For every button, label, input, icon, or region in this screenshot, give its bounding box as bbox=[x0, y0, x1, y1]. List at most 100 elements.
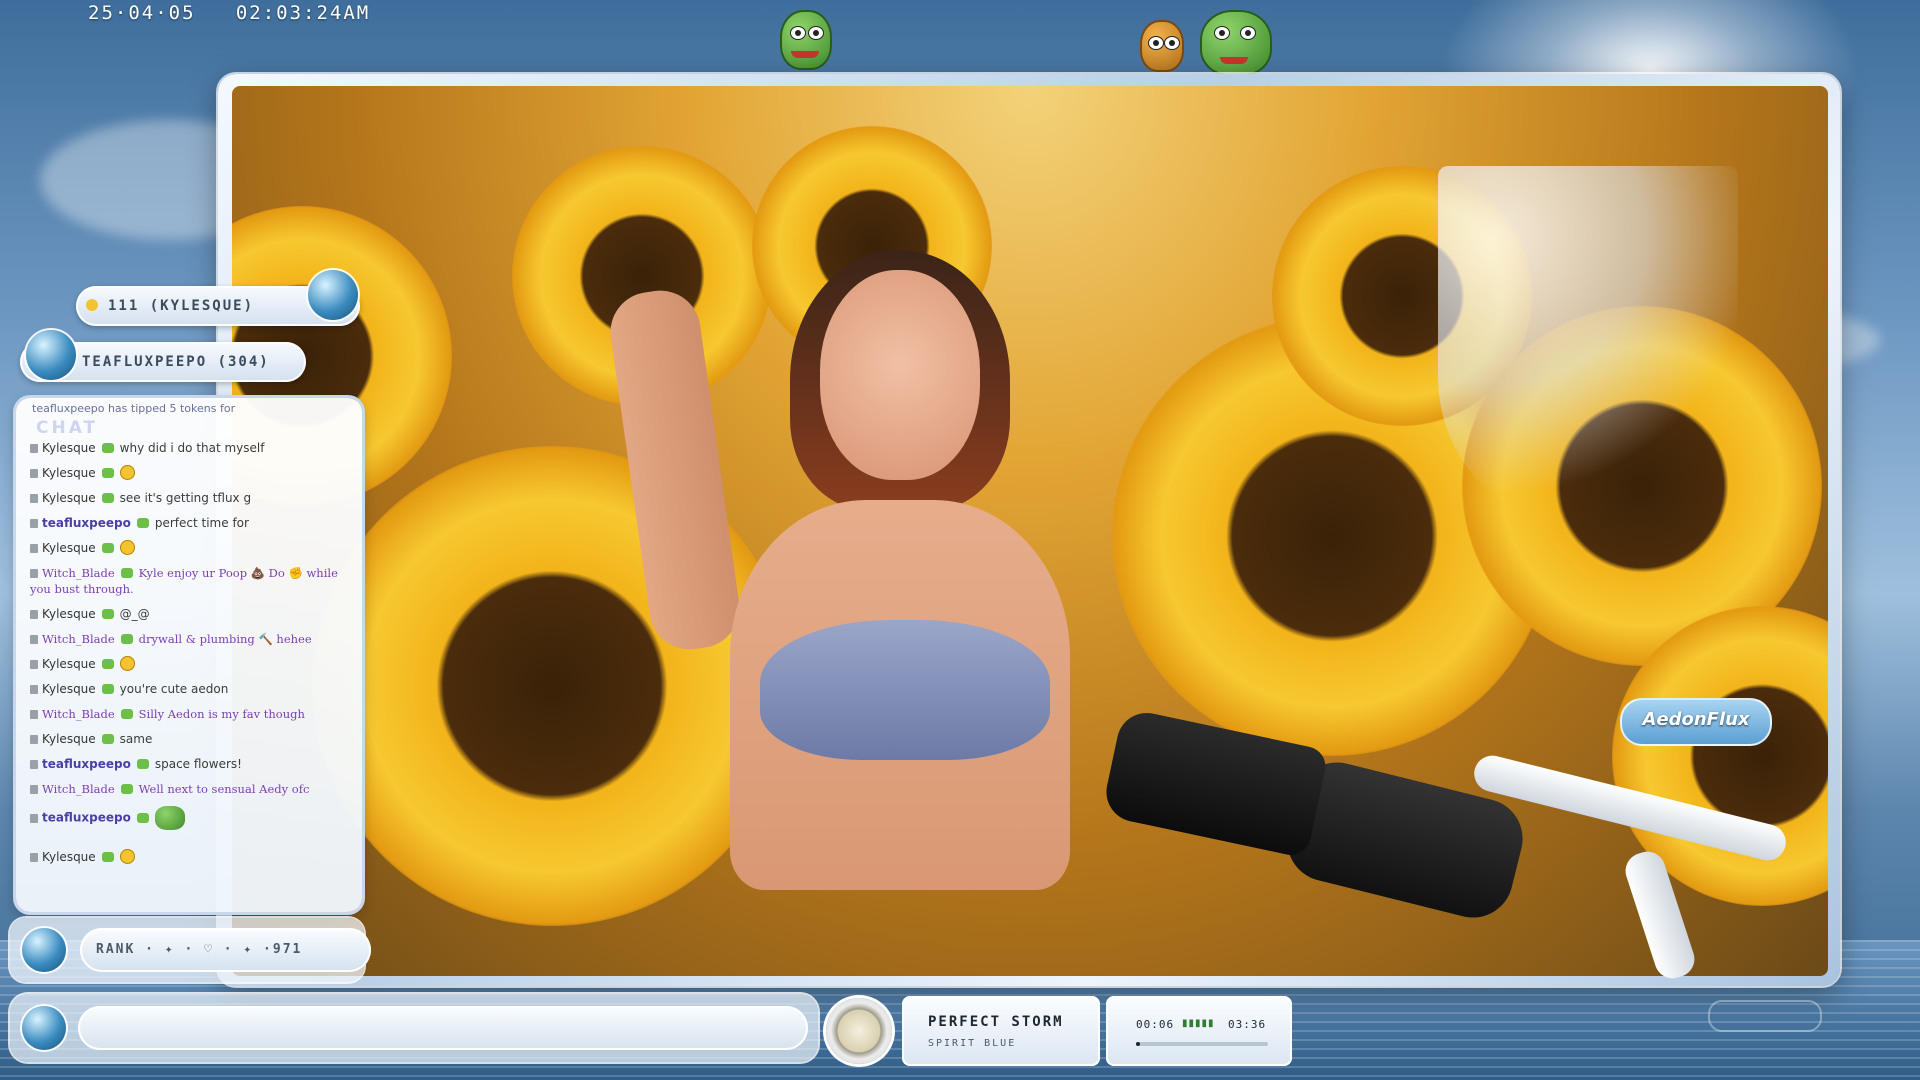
chat-badge-icon bbox=[101, 684, 114, 694]
album-disc-icon bbox=[826, 998, 892, 1064]
latest-tip-text: 111 (KYLESQUE) bbox=[108, 298, 255, 314]
bottom-bar bbox=[10, 994, 818, 1062]
elapsed-time: 00:06 bbox=[1136, 1018, 1175, 1031]
chat-username[interactable]: Kylesque bbox=[42, 657, 96, 671]
rank-text: RANK · ✦ · ♡ · ✦ ·971 bbox=[80, 928, 371, 972]
chat-username[interactable]: Kylesque bbox=[42, 732, 96, 746]
coin-icon bbox=[86, 299, 98, 311]
chat-badge-icon bbox=[120, 709, 133, 719]
chat-panel[interactable]: teafluxpeepo has tipped 5 tokens for CHA… bbox=[16, 398, 362, 912]
chat-badge-icon bbox=[120, 634, 133, 644]
chat-username[interactable]: teafluxpeepo bbox=[42, 757, 131, 771]
chat-message: teafluxpeepo space flowers! bbox=[30, 756, 354, 772]
brand-logo: AedonFlux bbox=[1620, 698, 1772, 746]
rank-bar: RANK · ✦ · ♡ · ✦ ·971 bbox=[10, 918, 371, 982]
chat-badge-icon bbox=[101, 493, 114, 503]
progress-fill bbox=[1136, 1042, 1140, 1046]
chat-text: why did i do that myself bbox=[119, 441, 265, 455]
user-badge-icon bbox=[30, 635, 38, 644]
chat-message: Kylesque bbox=[30, 849, 354, 865]
chat-badge-icon bbox=[101, 852, 114, 862]
gem-icon bbox=[22, 928, 66, 972]
smiley-emoji-icon bbox=[119, 849, 135, 864]
chat-message: teafluxpeepo bbox=[30, 806, 354, 840]
chat-title: CHAT bbox=[36, 418, 99, 438]
user-badge-icon bbox=[30, 469, 38, 478]
playback-progress: 00:06 ▮▮▮▮▮ 03:36 bbox=[1106, 996, 1292, 1066]
smiley-emoji-icon bbox=[119, 465, 135, 480]
gem-icon bbox=[22, 1006, 66, 1050]
chat-message: Kylesque bbox=[30, 540, 354, 556]
chat-username[interactable]: Witch_Blade bbox=[42, 566, 115, 580]
chat-message: Kylesque bbox=[30, 656, 354, 672]
user-badge-icon bbox=[30, 685, 38, 694]
chat-username[interactable]: Kylesque bbox=[42, 607, 96, 621]
chat-text: perfect time for bbox=[154, 516, 249, 530]
chat-badge-icon bbox=[101, 609, 114, 619]
date-time-clock: 25·04·05 02:03:24AM bbox=[88, 2, 371, 24]
watermark-logo bbox=[1708, 1000, 1822, 1032]
chat-badge-icon bbox=[101, 734, 114, 744]
user-badge-icon bbox=[30, 544, 38, 553]
chat-message: Kylesque you're cute aedon bbox=[30, 681, 354, 697]
chat-username[interactable]: Witch_Blade bbox=[42, 632, 115, 646]
user-badge-icon bbox=[30, 569, 38, 578]
chat-message: Kylesque why did i do that myself bbox=[30, 440, 354, 456]
song-title: PERFECT STORM bbox=[928, 1014, 1064, 1030]
chat-badge-icon bbox=[120, 784, 133, 794]
chat-message-list[interactable]: Kylesque why did i do that myself Kylesque… bbox=[30, 440, 354, 874]
chat-username[interactable]: Kylesque bbox=[42, 541, 96, 555]
chat-text: @_@ bbox=[119, 607, 150, 621]
chat-badge-icon bbox=[136, 759, 149, 769]
top-supporter-text: TEAFLUXPEEPO (304) bbox=[82, 354, 270, 370]
user-badge-icon bbox=[30, 735, 38, 744]
user-badge-icon bbox=[30, 710, 38, 719]
chat-username[interactable]: Kylesque bbox=[42, 850, 96, 864]
chat-badge-icon bbox=[101, 543, 114, 553]
user-badge-icon bbox=[30, 494, 38, 503]
frog-emote-icon bbox=[154, 806, 185, 830]
chat-text: Silly Aedon is my fav though bbox=[138, 707, 305, 721]
streamer bbox=[605, 230, 1110, 890]
chat-badge-icon bbox=[136, 812, 149, 823]
chat-username[interactable]: Kylesque bbox=[42, 682, 96, 696]
song-artist: SPIRIT BLUE bbox=[928, 1038, 1017, 1049]
chat-message: Witch_Blade Silly Aedon is my fav though bbox=[30, 706, 354, 722]
cat-emote-icon bbox=[1140, 20, 1184, 72]
user-badge-icon bbox=[30, 660, 38, 669]
chat-message: Kylesque bbox=[30, 465, 354, 481]
chat-username[interactable]: Kylesque bbox=[42, 466, 96, 480]
chat-username[interactable]: Witch_Blade bbox=[42, 782, 115, 796]
bottom-field[interactable] bbox=[78, 1006, 808, 1050]
chat-username[interactable]: teafluxpeepo bbox=[42, 811, 131, 825]
chat-text: drywall & plumbing 🔨 hehee bbox=[138, 632, 312, 646]
progress-track bbox=[1136, 1042, 1268, 1046]
chat-text: you're cute aedon bbox=[119, 682, 229, 696]
chat-text: see it's getting tflux g bbox=[119, 491, 252, 505]
user-badge-icon bbox=[30, 853, 38, 862]
chat-badge-icon bbox=[101, 659, 114, 669]
chat-username[interactable]: Witch_Blade bbox=[42, 707, 115, 721]
user-badge-icon bbox=[30, 760, 38, 769]
smiley-emoji-icon bbox=[119, 540, 135, 555]
chat-message: Witch_Blade Well next to sensual Aedy ofc bbox=[30, 781, 354, 797]
chat-badge-icon bbox=[101, 468, 114, 478]
level-meter: ▮▮▮▮▮ bbox=[1182, 1018, 1215, 1029]
chat-message: Kylesque @_@ bbox=[30, 606, 354, 622]
chat-message: Kylesque same bbox=[30, 731, 354, 747]
chat-text: space flowers! bbox=[154, 757, 242, 771]
now-playing-card: PERFECT STORM SPIRIT BLUE bbox=[902, 996, 1100, 1066]
chat-username[interactable]: Kylesque bbox=[42, 441, 96, 455]
chat-message: Kylesque see it's getting tflux g bbox=[30, 490, 354, 506]
user-badge-icon bbox=[30, 785, 38, 794]
frog-headphones-emote-icon bbox=[1200, 10, 1272, 76]
chat-message: Witch_Blade Kyle enjoy ur Poop 💩 Do ✊ whi… bbox=[30, 565, 354, 597]
chat-text: Well next to sensual Aedy ofc bbox=[138, 782, 310, 796]
user-badge-icon bbox=[30, 610, 38, 619]
frog-emote-icon bbox=[780, 10, 832, 70]
chat-message: teafluxpeepo perfect time for bbox=[30, 515, 354, 531]
chat-username[interactable]: Kylesque bbox=[42, 491, 96, 505]
gem-icon bbox=[26, 330, 76, 380]
smiley-emoji-icon bbox=[119, 656, 135, 671]
chat-username[interactable]: teafluxpeepo bbox=[42, 516, 131, 530]
